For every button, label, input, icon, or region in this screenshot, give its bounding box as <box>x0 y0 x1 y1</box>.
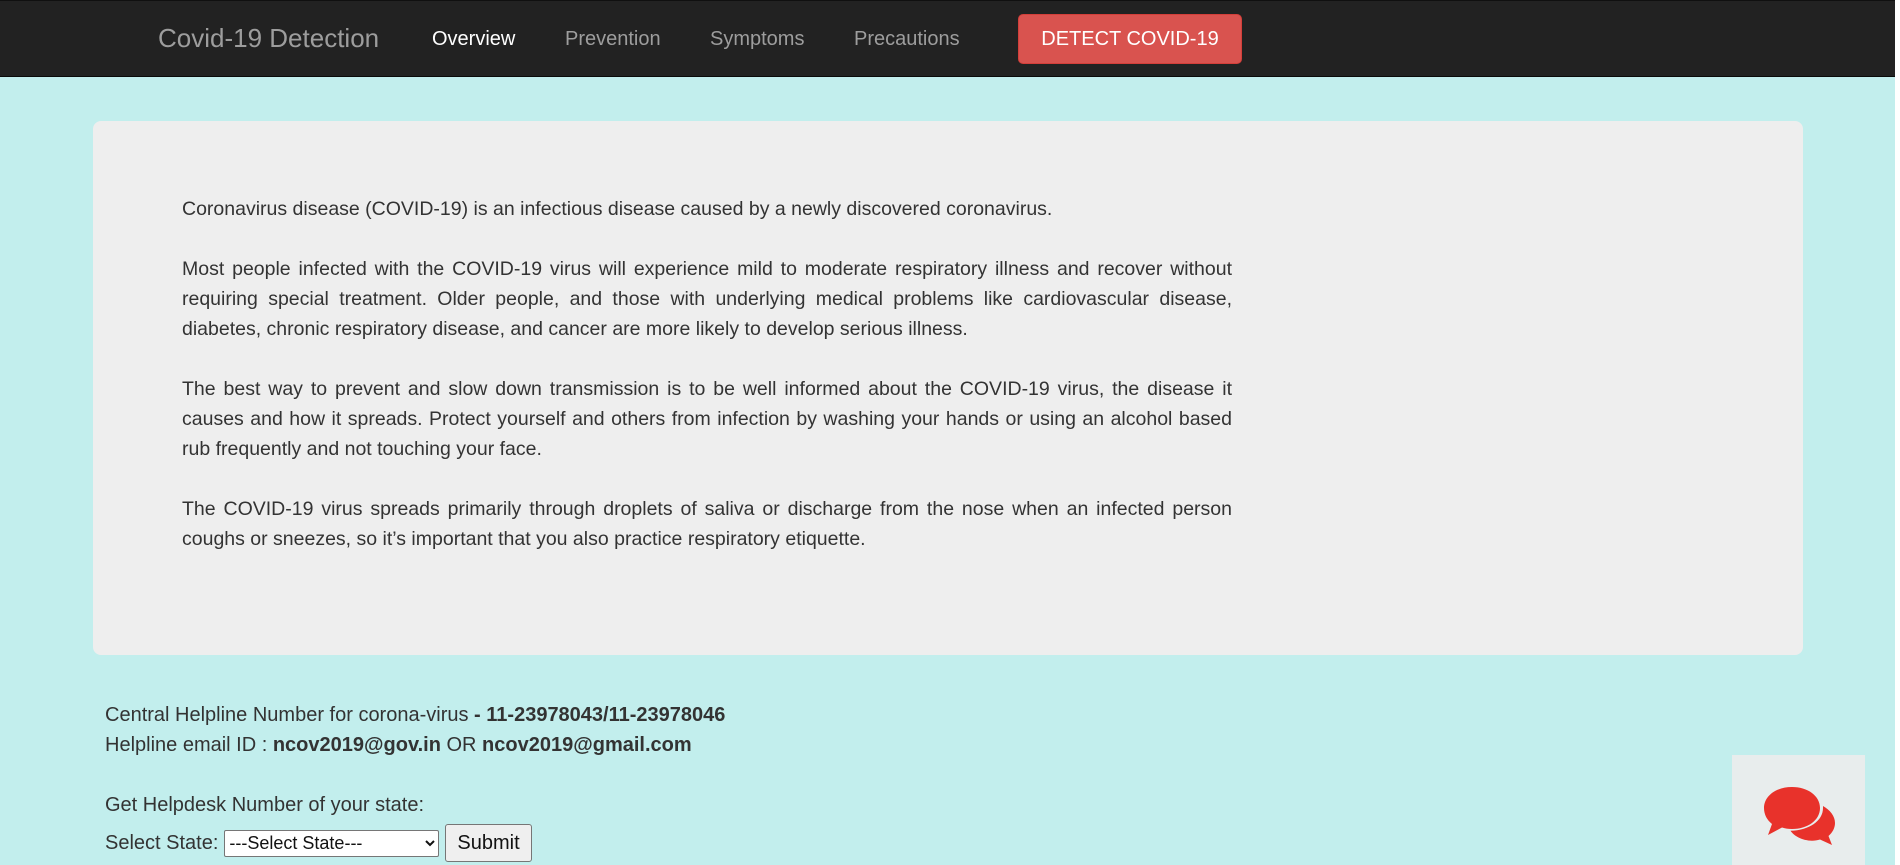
chat-bubbles-icon <box>1764 787 1835 845</box>
state-form-heading: Get Helpdesk Number of your state: <box>105 794 425 816</box>
nav-link-prevention[interactable]: Prevention <box>565 28 661 51</box>
helpline-info: Central Helpline Number for corona-virus… <box>105 700 725 760</box>
submit-button[interactable]: Submit <box>445 824 532 862</box>
helpline-email-secondary: ncov2019@gmail.com <box>482 734 692 756</box>
helpline-phone-label: Central Helpline Number for corona-virus <box>105 704 469 726</box>
overview-text: Coronavirus disease (COVID-19) is an inf… <box>182 194 1232 554</box>
overview-paragraph: Coronavirus disease (COVID-19) is an inf… <box>182 198 1053 220</box>
helpline-phone-line: Central Helpline Number for corona-virus… <box>105 700 725 730</box>
chat-widget-button[interactable] <box>1732 755 1865 865</box>
helpline-phone-number: 11-23978043/11-23978046 <box>486 704 726 726</box>
nav-link-overview[interactable]: Overview <box>432 28 515 51</box>
helpline-email-primary: ncov2019@gov.in <box>272 734 441 756</box>
overview-paragraph: The COVID-19 virus spreads primarily thr… <box>182 498 1232 550</box>
state-select[interactable]: ---Select State--- <box>224 829 440 857</box>
state-select-label: Select State: <box>105 831 219 854</box>
state-helpdesk-form: Get Helpdesk Number of your state: Selec… <box>105 790 532 862</box>
window-edge <box>1895 0 1900 865</box>
overview-paragraph: Most people infected with the COVID-19 v… <box>182 258 1232 340</box>
navbar: Covid-19 Detection Overview Prevention S… <box>0 0 1895 77</box>
detect-covid-button[interactable]: DETECT COVID-19 <box>1018 14 1242 64</box>
state-select-row: Select State: ---Select State--- Submit <box>105 824 532 862</box>
overview-panel: Coronavirus disease (COVID-19) is an inf… <box>93 121 1803 655</box>
overview-paragraph: The best way to prevent and slow down tr… <box>182 378 1232 460</box>
nav-link-symptoms[interactable]: Symptoms <box>710 28 804 51</box>
helpline-phone-separator: - <box>468 704 487 726</box>
helpline-email-label: Helpline email ID : <box>105 734 273 756</box>
navbar-brand[interactable]: Covid-19 Detection <box>158 23 379 54</box>
nav-link-precautions[interactable]: Precautions <box>854 28 960 51</box>
helpline-email-line: Helpline email ID : ncov2019@gov.in OR n… <box>105 730 725 760</box>
helpline-email-or: OR <box>440 734 483 756</box>
